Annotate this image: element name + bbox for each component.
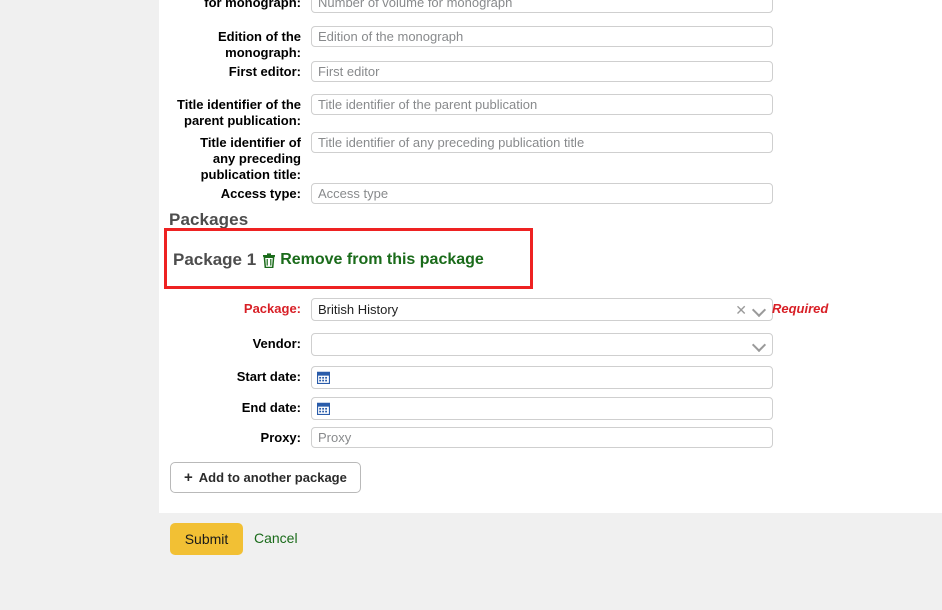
first-editor-input[interactable]	[311, 61, 773, 82]
field-control	[311, 366, 773, 389]
vendor-select[interactable]	[311, 333, 773, 356]
end-date-label: End date:	[159, 397, 301, 416]
field-control	[311, 397, 773, 420]
proxy-label: Proxy:	[159, 427, 301, 446]
packages-section-heading: Packages	[169, 210, 248, 230]
page-root: for monograph: Edition of the monograph:…	[0, 0, 942, 610]
edition-of-monograph-input[interactable]	[311, 26, 773, 47]
field-control	[311, 61, 773, 82]
start-date-label: Start date:	[159, 366, 301, 385]
vendor-select-icons	[753, 338, 766, 351]
field-control	[311, 427, 773, 448]
field-label: First editor:	[159, 61, 301, 80]
plus-icon: +	[184, 470, 193, 485]
field-control	[311, 132, 773, 153]
field-control: British History ✕	[311, 298, 773, 321]
remove-from-package-label: Remove from this package	[280, 251, 484, 269]
add-to-another-package-button[interactable]: + Add to another package	[170, 462, 361, 493]
form-row: First editor:	[159, 61, 942, 82]
cancel-button[interactable]: Cancel	[254, 530, 298, 546]
preceding-publication-title-identifier-input[interactable]	[311, 132, 773, 153]
form-row: Edition of the monograph:	[159, 26, 942, 61]
field-control	[311, 94, 773, 115]
package-required-note: Required	[772, 301, 828, 316]
form-row: Access type:	[159, 183, 942, 204]
package-select-icons: ✕	[735, 303, 766, 317]
form-row: End date:	[159, 397, 942, 420]
proxy-input[interactable]	[311, 427, 773, 448]
number-of-volume-input[interactable]	[311, 0, 773, 13]
form-footer: Submit Cancel	[0, 513, 942, 610]
calendar-icon[interactable]	[317, 371, 330, 384]
form-row: Title identifier of any preceding public…	[159, 132, 942, 183]
form-row: Proxy:	[159, 427, 942, 448]
field-label: for monograph:	[159, 0, 301, 11]
form-row: Vendor:	[159, 333, 942, 356]
form-row: for monograph:	[159, 0, 942, 13]
vendor-select-label: Vendor:	[159, 333, 301, 352]
start-date-field[interactable]	[311, 366, 773, 389]
remove-from-package-button[interactable]: Remove from this package	[262, 251, 484, 269]
field-label: Title identifier of any preceding public…	[159, 132, 301, 183]
trash-icon	[262, 253, 276, 268]
form-row: Title identifier of the parent publicati…	[159, 94, 942, 129]
chevron-down-icon[interactable]	[753, 303, 766, 316]
field-label: Title identifier of the parent publicati…	[159, 94, 301, 129]
package-select[interactable]: British History ✕	[311, 298, 773, 321]
field-control	[311, 0, 773, 13]
add-to-another-package-label: Add to another package	[199, 470, 347, 485]
package-header: Package 1 Remove from this package	[173, 250, 484, 270]
package-select-value: British History	[318, 302, 735, 317]
field-label: Edition of the monograph:	[159, 26, 301, 61]
end-date-field[interactable]	[311, 397, 773, 420]
chevron-down-icon[interactable]	[753, 338, 766, 351]
field-control	[311, 333, 773, 356]
submit-button[interactable]: Submit	[170, 523, 243, 555]
clear-x-icon[interactable]: ✕	[735, 303, 747, 317]
package-select-label: Package:	[159, 298, 301, 317]
form-row: Start date:	[159, 366, 942, 389]
parent-publication-title-identifier-input[interactable]	[311, 94, 773, 115]
package-title: Package 1	[173, 250, 256, 270]
field-label: Access type:	[159, 183, 301, 202]
field-control	[311, 183, 773, 204]
access-type-input[interactable]	[311, 183, 773, 204]
field-control	[311, 26, 773, 47]
calendar-icon[interactable]	[317, 402, 330, 415]
